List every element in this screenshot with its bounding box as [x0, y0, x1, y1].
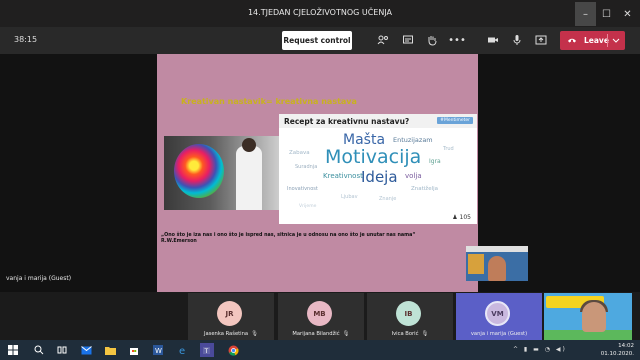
person-icon: ♟: [452, 214, 458, 221]
word-znatizelja: Znatiželja: [411, 186, 439, 192]
raise-hand-icon[interactable]: [425, 33, 439, 47]
svg-text:W: W: [155, 347, 162, 355]
participant-name: Marijana Bilandžić: [292, 331, 340, 337]
participant-name-row: Jasenka Rašetina 🎙: [188, 331, 274, 337]
participants-icon[interactable]: [376, 33, 390, 47]
response-count-value: 105: [459, 214, 471, 221]
close-button[interactable]: ✕: [617, 2, 638, 26]
shared-slide: Kreativan nastavik= kreativna nastava Re…: [157, 54, 478, 293]
teams-icon[interactable]: T: [200, 343, 214, 357]
word-entuzijazam: Entuzijazam: [393, 136, 433, 144]
svg-text:e: e: [179, 346, 185, 355]
avatar: VM: [485, 301, 510, 326]
word-trud: Trud: [443, 146, 454, 152]
window-titlebar: 14.TJEDAN CJELOŽIVOTNOG UČENJA – ☐ ✕: [0, 0, 640, 27]
avatar: JR: [217, 301, 242, 326]
word-kreativnost: Kreativnost: [323, 172, 363, 180]
response-count: ♟ 105: [452, 214, 471, 221]
word-motivacija: Motivacija: [325, 146, 422, 168]
word-vrijeme: Vrijeme: [299, 204, 317, 209]
thumbnail-slide-bar: [466, 246, 528, 252]
svg-text:T: T: [204, 348, 209, 355]
mic-off-icon: 🎙: [421, 331, 429, 337]
wordcloud-area: Mašta Motivacija Ideja Kreativnost Entuz…: [279, 128, 477, 224]
thumbnail-person: [488, 256, 506, 281]
more-options-icon[interactable]: •••: [448, 33, 466, 47]
share-screen-icon[interactable]: [534, 33, 548, 47]
microphone-icon[interactable]: [510, 33, 524, 47]
word-zabava: Zabava: [289, 150, 310, 156]
leave-button[interactable]: Leave: [560, 31, 625, 50]
participant-name: vanja i marija (Guest): [470, 331, 528, 337]
mentimeter-badge: #Mentimeter: [437, 117, 473, 124]
clock-date: 01.10.2020.: [600, 351, 634, 357]
quote-author: R.W.Emerson: [161, 239, 197, 245]
window-title: 14.TJEDAN CJELOŽIVOTNOG UČENJA: [247, 8, 393, 17]
meeting-timer: 38:15: [14, 35, 38, 44]
participant-tile[interactable]: IB Ivica Borić 🎙: [367, 293, 453, 340]
word-suradnja: Suradnja: [295, 164, 318, 170]
maximize-button[interactable]: ☐: [596, 2, 617, 26]
participant-name: Ivica Borić: [391, 331, 419, 337]
mic-off-icon: 🎙: [342, 331, 350, 337]
leave-label: Leave: [584, 36, 609, 45]
phone-hangup-icon: [567, 36, 577, 46]
avatar: IB: [396, 301, 421, 326]
participant-name-row: Ivica Borić 🎙: [367, 331, 453, 337]
word-ljubav: Ljubav: [341, 194, 358, 200]
participant-name-row: vanja i marija (Guest): [456, 331, 542, 337]
mic-off-icon: 🎙: [251, 331, 259, 337]
color-splash-image: [174, 144, 224, 198]
word-icon[interactable]: W: [151, 343, 165, 357]
wordcloud-header: Recept za kreativnu nastavu? #Mentimeter: [279, 114, 477, 128]
participant-tile[interactable]: MB Marijana Bilandžić 🎙: [278, 293, 364, 340]
system-tray-icons[interactable]: ^ ▮ ▬ ◔ ◀): [513, 346, 567, 353]
task-view-icon[interactable]: [55, 343, 69, 357]
store-icon[interactable]: [127, 343, 141, 357]
self-face: [582, 302, 606, 332]
leave-divider: [607, 34, 608, 47]
avatar: MB: [307, 301, 332, 326]
minimize-button[interactable]: –: [575, 2, 596, 26]
chrome-icon[interactable]: [226, 343, 240, 357]
search-icon[interactable]: [32, 343, 46, 357]
chat-icon[interactable]: [401, 33, 415, 47]
word-znanje: Znanje: [379, 196, 397, 202]
participant-tile[interactable]: JR Jasenka Rašetina 🎙: [188, 293, 274, 340]
chevron-down-icon[interactable]: [612, 34, 620, 48]
wordcloud-title: Recept za kreativnu nastavu?: [284, 117, 410, 126]
slide-quote: „Ono što je iza nas i ono što je ispred …: [161, 233, 461, 246]
meeting-toolbar: 38:15 Request control ••• Leave: [0, 27, 640, 54]
slide-title: Kreativan nastavik= kreativna nastava: [181, 97, 357, 106]
wordcloud-card: Recept za kreativnu nastavu? #Mentimeter…: [279, 114, 477, 224]
self-video-preview[interactable]: [544, 293, 632, 340]
guest-video-label: vanja i marija (Guest): [6, 275, 72, 282]
word-inovativnost: Inovativnost: [287, 186, 318, 192]
edge-icon[interactable]: e: [176, 343, 190, 357]
participant-name-row: Marijana Bilandžić 🎙: [278, 331, 364, 337]
file-explorer-icon[interactable]: [103, 343, 117, 357]
thumbnail-slide-image: [468, 254, 484, 274]
clock[interactable]: 14:02 01.10.2020.: [601, 342, 634, 358]
slide-photo: [164, 136, 280, 210]
man-figure: [236, 146, 262, 210]
man-head: [242, 138, 256, 152]
windows-taskbar: W e T ^ ▮ ▬ ◔ ◀) 14:02 01.10.2020.: [0, 340, 640, 360]
participant-name: Jasenka Rašetina: [203, 331, 249, 337]
windows-start-icon[interactable]: [6, 343, 20, 357]
request-control-button[interactable]: Request control: [282, 31, 352, 50]
word-volja: volja: [405, 172, 422, 180]
clock-time: 14:02: [618, 343, 634, 349]
camera-icon[interactable]: [486, 33, 500, 47]
word-igra: Igra: [429, 158, 441, 165]
presenter-thumbnail[interactable]: [466, 246, 528, 281]
word-ideja: Ideja: [361, 168, 398, 186]
participant-tile-active[interactable]: VM vanja i marija (Guest): [456, 293, 542, 340]
mail-icon[interactable]: [79, 343, 93, 357]
